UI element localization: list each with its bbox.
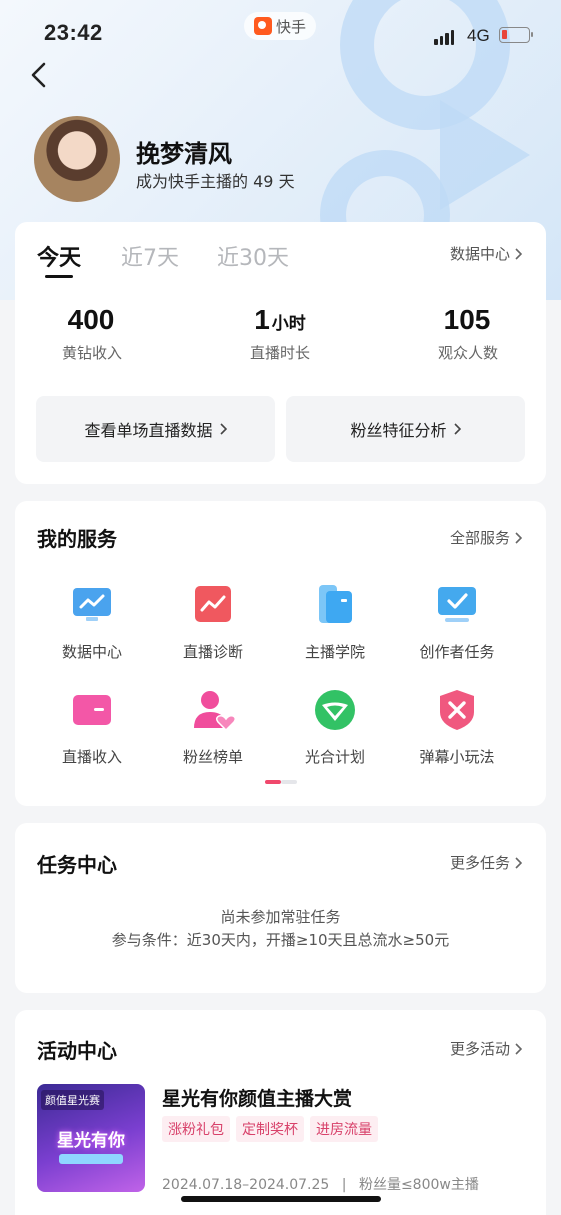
activity-center-title: 活动中心 xyxy=(37,1039,117,1063)
chevron-left-icon xyxy=(31,62,46,88)
activity-tags: 涨粉礼包 定制奖杯 进房流量 xyxy=(162,1116,378,1142)
more-tasks-link[interactable]: 更多任务 xyxy=(450,852,522,873)
activity-tag: 涨粉礼包 xyxy=(162,1116,230,1142)
task-empty-message: 尚未参加常驻任务 xyxy=(220,908,341,926)
services-title: 我的服务 xyxy=(37,527,117,551)
service-live-income[interactable]: 直播收入 xyxy=(27,688,157,767)
poster-banner xyxy=(59,1154,123,1164)
all-services-link[interactable]: 全部服务 xyxy=(450,527,522,548)
activity-condition: 粉丝量≤800w主播 xyxy=(358,1177,479,1193)
card-icon xyxy=(70,688,114,732)
chevron-right-icon xyxy=(515,531,522,544)
service-danmaku-games[interactable]: 弹幕小玩法 xyxy=(392,688,522,767)
fan-analysis-button[interactable]: 粉丝特征分析 xyxy=(286,396,525,462)
kuaishou-logo-icon xyxy=(254,17,272,35)
fan-heart-icon xyxy=(191,688,237,732)
data-center-link[interactable]: 数据中心 xyxy=(450,243,522,264)
activity-title[interactable]: 星光有你颜值主播大赏 xyxy=(162,1084,352,1111)
chart-monitor-icon xyxy=(70,583,114,627)
poster-tag: 颜值星光赛 xyxy=(41,1090,104,1110)
shield-x-icon xyxy=(435,688,479,732)
task-condition-text: 参与条件：近30天内，开播≥10天且总流水≥50元 xyxy=(111,931,450,949)
stats-card: 今天 近7天 近30天 数据中心 400 黄钻收入 1 小时 直播时长 105 观… xyxy=(15,222,546,484)
tab-30-days[interactable]: 近30天 xyxy=(217,240,289,272)
activity-tag: 定制奖杯 xyxy=(236,1116,304,1142)
services-card: 我的服务 全部服务 数据中心 直播诊断 主播学院 创作者任务 直播收入 粉丝榜单… xyxy=(15,501,546,806)
service-creator-tasks[interactable]: 创作者任务 xyxy=(392,583,522,662)
chevron-right-icon xyxy=(515,247,522,260)
more-activities-link[interactable]: 更多活动 xyxy=(450,1038,522,1059)
leaf-check-icon xyxy=(313,688,357,732)
network-type: 4G xyxy=(467,26,490,45)
days-count: 49 xyxy=(253,172,274,191)
status-bar: 23:42 快手 4G xyxy=(0,0,561,66)
stat-viewer-count[interactable]: 105 观众人数 xyxy=(388,304,548,363)
active-tab-indicator xyxy=(45,275,73,278)
battery-icon xyxy=(499,27,533,43)
service-fan-ranking[interactable]: 粉丝榜单 xyxy=(148,688,278,767)
stat-live-duration[interactable]: 1 小时 直播时长 xyxy=(200,304,360,363)
avatar[interactable] xyxy=(34,116,120,202)
page-dot-active xyxy=(265,780,281,784)
back-button[interactable] xyxy=(24,58,54,92)
profile-subtitle: 成为快手主播的 49 天 xyxy=(136,172,295,191)
status-time: 23:42 xyxy=(44,20,103,45)
activity-dates: 2024.07.18–2024.07.25 xyxy=(162,1177,330,1193)
service-live-diagnosis[interactable]: 直播诊断 xyxy=(148,583,278,662)
checked-monitor-icon xyxy=(435,583,479,627)
service-photosynthesis-plan[interactable]: 光合计划 xyxy=(270,688,400,767)
service-anchor-academy[interactable]: 主播学院 xyxy=(270,583,400,662)
stat-diamond-income[interactable]: 400 黄钻收入 xyxy=(12,304,172,363)
signal-icon xyxy=(434,30,454,45)
activity-tag: 进房流量 xyxy=(310,1116,378,1142)
chevron-right-icon xyxy=(515,856,522,869)
chevron-right-icon xyxy=(453,423,461,435)
task-center-card: 任务中心 更多任务 尚未参加常驻任务 参与条件：近30天内，开播≥10天且总流水… xyxy=(15,823,546,993)
app-name: 快手 xyxy=(276,17,307,36)
chevron-right-icon xyxy=(515,1042,522,1055)
book-icon xyxy=(313,583,357,627)
page-dot xyxy=(281,780,297,784)
task-center-title: 任务中心 xyxy=(37,853,117,877)
service-data-center[interactable]: 数据中心 xyxy=(27,583,157,662)
app-indicator: 快手 xyxy=(244,12,317,40)
tab-today[interactable]: 今天 xyxy=(37,240,81,272)
decor-play-shape xyxy=(440,100,530,210)
activity-meta: 2024.07.18–2024.07.25 | 粉丝量≤800w主播 xyxy=(162,1177,479,1193)
chevron-right-icon xyxy=(219,423,227,435)
activity-center-card: 活动中心 更多活动 颜值星光赛 星光有你 星光有你颜值主播大赏 涨粉礼包 定制奖… xyxy=(15,1010,546,1215)
page-indicator xyxy=(265,780,297,784)
tab-7-days[interactable]: 近7天 xyxy=(121,240,179,272)
poster-title: 星光有你 xyxy=(57,1131,125,1151)
activity-poster[interactable]: 颜值星光赛 星光有你 xyxy=(37,1084,145,1192)
single-live-data-button[interactable]: 查看单场直播数据 xyxy=(36,396,275,462)
home-indicator[interactable] xyxy=(181,1196,381,1202)
profile-name: 挽梦清风 xyxy=(136,140,232,168)
diagnosis-chart-icon xyxy=(191,583,235,627)
